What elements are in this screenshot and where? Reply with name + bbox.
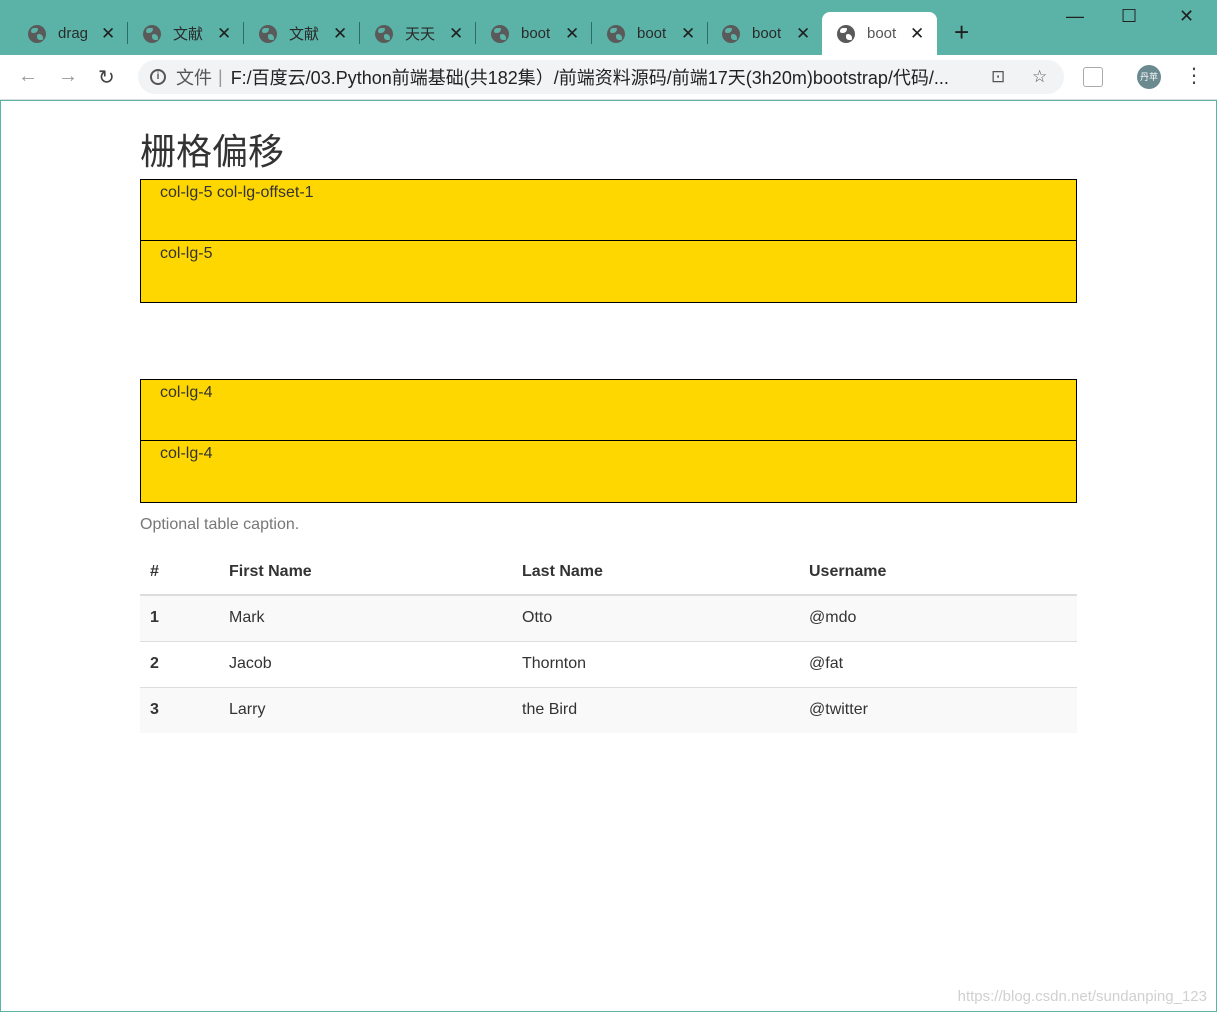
forward-button[interactable]: →: [58, 65, 78, 88]
new-tab-button[interactable]: +: [954, 18, 969, 46]
table-cell: @mdo: [809, 609, 857, 627]
info-icon[interactable]: i: [150, 69, 166, 85]
tab-active[interactable]: boot ✕: [822, 12, 937, 55]
tab-title: boot: [867, 25, 897, 42]
url-text[interactable]: F:/百度云/03.Python前端基础(共182集）/前端资料源码/前端17天…: [231, 64, 971, 90]
tab-title: boot: [637, 25, 667, 42]
extension-icon[interactable]: [1083, 67, 1103, 87]
close-icon[interactable]: ✕: [217, 24, 231, 44]
globe-icon: [607, 24, 625, 43]
tab[interactable]: drag ✕: [14, 12, 128, 55]
tab[interactable]: 天天 ✕: [361, 12, 476, 55]
table-cell: 3: [140, 686, 219, 733]
reload-button[interactable]: ↻: [98, 65, 115, 90]
tab[interactable]: boot ✕: [593, 12, 708, 55]
table-header-row: # First Name Last Name Username: [140, 549, 1077, 596]
grid-cell: col-lg-5 col-lg-offset-1: [140, 179, 1077, 241]
page-title: 栅格偏移: [140, 131, 285, 172]
minimize-button[interactable]: —: [1066, 6, 1084, 27]
table-cell: Otto: [522, 609, 553, 627]
table-cell: 2: [140, 640, 219, 687]
data-table: # First Name Last Name Username 1 Mark O…: [140, 549, 1077, 733]
globe-icon: [491, 24, 509, 43]
close-icon[interactable]: ✕: [796, 24, 810, 44]
tab[interactable]: boot ✕: [477, 12, 592, 55]
table-cell: Mark: [229, 609, 265, 627]
tab-title: 天天: [405, 26, 436, 43]
close-icon[interactable]: ✕: [910, 24, 924, 44]
tab-separator: [243, 22, 244, 44]
tab[interactable]: 文献 ✕: [245, 12, 360, 55]
globe-icon: [375, 24, 393, 43]
column-header: #: [140, 549, 219, 596]
globe-icon: [837, 24, 855, 43]
tab-separator: [127, 22, 128, 44]
grid-cell: col-lg-4: [140, 441, 1077, 503]
table-row: 1 Mark Otto @mdo: [140, 595, 1077, 641]
avatar[interactable]: 丹苹: [1137, 65, 1161, 89]
close-icon[interactable]: ✕: [101, 24, 115, 44]
globe-icon: [722, 24, 740, 43]
tab-separator: [591, 22, 592, 44]
window-close-button[interactable]: ✕: [1179, 6, 1194, 27]
tab-separator: [359, 22, 360, 44]
tab-title: drag: [58, 25, 89, 42]
tab[interactable]: boot ✕: [708, 12, 821, 55]
file-label: 文件: [176, 68, 212, 88]
tab-title: 文献: [289, 26, 320, 43]
table-cell: Jacob: [219, 640, 512, 687]
tab-title: boot: [521, 25, 551, 42]
table-row: 3 Larry the Bird @twitter: [140, 686, 1077, 733]
grid-cell: col-lg-5: [140, 241, 1077, 303]
tab[interactable]: 文献 ✕: [129, 12, 244, 55]
grid-cell: col-lg-4: [140, 379, 1077, 441]
grid-row: col-lg-4 col-lg-4: [140, 379, 1077, 503]
globe-icon: [143, 24, 161, 43]
tab-title: 文献: [173, 26, 204, 43]
table-cell: the Bird: [512, 686, 799, 733]
tab-strip: drag ✕ 文献 ✕ 文献 ✕ 天天 ✕ boot ✕ boot ✕ boot…: [0, 0, 1217, 55]
column-header: First Name: [219, 549, 512, 596]
table-cell: @twitter: [799, 686, 1077, 733]
close-icon[interactable]: ✕: [449, 24, 463, 44]
table-cell: Larry: [219, 686, 512, 733]
column-header: Username: [799, 549, 1077, 596]
table-caption: Optional table caption.: [140, 516, 300, 533]
table-cell: 1: [150, 609, 159, 627]
globe-icon: [259, 24, 277, 43]
page-viewport: 栅格偏移 col-lg-5 col-lg-offset-1 col-lg-5 c…: [1, 101, 1216, 1011]
divider: |: [218, 66, 223, 87]
tab-separator: [475, 22, 476, 44]
column-header: Last Name: [512, 549, 799, 596]
translate-icon[interactable]: ⊡: [991, 67, 1005, 87]
close-icon[interactable]: ✕: [565, 24, 579, 44]
table-row: 2 Jacob Thornton @fat: [140, 640, 1077, 687]
table-cell: @fat: [799, 640, 1077, 687]
maximize-button[interactable]: ☐: [1121, 6, 1137, 27]
globe-icon: [28, 24, 46, 43]
bookmark-star-icon[interactable]: ☆: [1032, 67, 1047, 87]
menu-icon[interactable]: ⋮: [1184, 65, 1204, 87]
browser-toolbar: ← → ↻ i 文件 | F:/百度云/03.Python前端基础(共182集）…: [0, 55, 1217, 100]
grid-row-offset: col-lg-5 col-lg-offset-1 col-lg-5: [140, 179, 1077, 303]
back-button[interactable]: ←: [18, 65, 38, 88]
close-icon[interactable]: ✕: [333, 24, 347, 44]
address-bar[interactable]: i 文件 | F:/百度云/03.Python前端基础(共182集）/前端资料源…: [138, 60, 1064, 94]
watermark: https://blog.csdn.net/sundanping_123: [957, 988, 1207, 1005]
tab-title: boot: [752, 25, 782, 42]
table-cell: Thornton: [512, 640, 799, 687]
close-icon[interactable]: ✕: [681, 24, 695, 44]
